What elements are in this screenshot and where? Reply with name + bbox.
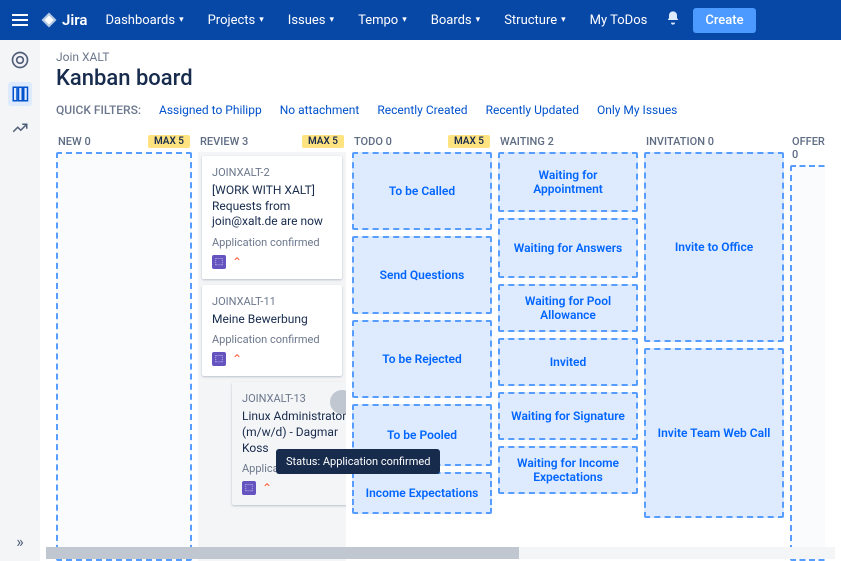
- chevron-down-icon: ▾: [259, 15, 264, 25]
- column-todo: TODO 0MAX 5 To be Called Send Questions …: [352, 131, 492, 561]
- nav-tempo[interactable]: Tempo▾: [348, 9, 417, 32]
- sidebar: [0, 40, 40, 561]
- status-tooltip: Status: Application confirmed: [276, 449, 440, 474]
- filter-recently-updated[interactable]: Recently Updated: [486, 103, 579, 117]
- reports-icon[interactable]: [8, 116, 32, 140]
- issue-type-icon: ⬚: [212, 255, 226, 269]
- drop-zone[interactable]: Waiting for Income Expectations: [498, 446, 638, 494]
- jira-logo[interactable]: Jira: [36, 11, 91, 29]
- column-invitation: INVITATION 0 Invite to Office Invite Tea…: [644, 131, 784, 561]
- chevron-down-icon: ▾: [561, 15, 566, 25]
- create-button[interactable]: Create: [693, 8, 755, 33]
- drop-zone[interactable]: Invite to Office: [644, 152, 784, 342]
- product-name: Jira: [62, 11, 87, 29]
- column-new: NEW 0MAX 5: [56, 131, 192, 561]
- drop-zone[interactable]: To be Called: [352, 152, 492, 230]
- priority-icon: ⌃: [262, 481, 272, 495]
- kanban-board: NEW 0MAX 5 REVIEW 3MAX 5 JOINXALT-2 [WOR…: [56, 131, 825, 561]
- filters-label: QUICK FILTERS:: [56, 103, 141, 117]
- nav-projects[interactable]: Projects▾: [198, 9, 274, 32]
- drop-zone[interactable]: Send Questions: [352, 236, 492, 314]
- drop-zone[interactable]: Waiting for Answers: [498, 218, 638, 278]
- issue-status: Application confirmed: [212, 236, 332, 249]
- filter-my-issues[interactable]: Only My Issues: [597, 103, 677, 117]
- issue-card-selected[interactable]: JOINXALT-13 Linux Administrator (m/w/d) …: [232, 382, 346, 505]
- issue-type-icon: ⬚: [212, 352, 226, 366]
- backlog-icon[interactable]: [8, 48, 32, 72]
- issue-key: JOINXALT-2: [212, 166, 332, 179]
- filter-assigned[interactable]: Assigned to Philipp: [159, 103, 262, 117]
- column-review: REVIEW 3MAX 5 JOINXALT-2 [WORK WITH XALT…: [198, 131, 346, 561]
- issue-card[interactable]: JOINXALT-2 [WORK WITH XALT] Requests fro…: [202, 156, 342, 279]
- drop-zone-empty[interactable]: [790, 165, 825, 561]
- breadcrumb[interactable]: Join XALT: [56, 50, 825, 64]
- issue-title: [WORK WITH XALT] Requests from join@xalt…: [212, 183, 332, 230]
- filter-recently-created[interactable]: Recently Created: [377, 103, 467, 117]
- horizontal-scrollbar[interactable]: [46, 547, 835, 559]
- drop-zone[interactable]: Waiting for Pool Allowance: [498, 284, 638, 332]
- page-title: Kanban board: [56, 66, 825, 91]
- nav-mytodos[interactable]: My ToDos: [580, 9, 658, 32]
- scroll-thumb[interactable]: [46, 547, 519, 559]
- nav-issues[interactable]: Issues▾: [278, 9, 344, 32]
- column-waiting: WAITING 2 Waiting for Appointment Waitin…: [498, 131, 638, 561]
- drop-zone[interactable]: Waiting for Signature: [498, 392, 638, 440]
- max-badge: MAX 5: [148, 135, 190, 148]
- priority-icon: ⌃: [232, 352, 242, 366]
- drop-zone[interactable]: Waiting for Appointment: [498, 152, 638, 212]
- max-badge: MAX 5: [448, 135, 490, 148]
- chevron-down-icon: ▾: [179, 15, 184, 25]
- max-badge: MAX 5: [302, 135, 344, 148]
- issue-key: JOINXALT-11: [212, 295, 332, 308]
- expand-sidebar-icon[interactable]: »: [8, 529, 32, 553]
- chevron-down-icon: ▾: [402, 15, 407, 25]
- drop-zone-empty[interactable]: [56, 152, 192, 561]
- issue-title: Meine Bewerbung: [212, 312, 332, 328]
- chevron-down-icon: ▾: [476, 15, 481, 25]
- notifications-icon[interactable]: [665, 10, 681, 30]
- board-icon[interactable]: [8, 82, 32, 106]
- issue-status: Application confirmed: [212, 333, 332, 346]
- drop-zone[interactable]: Invite Team Web Call: [644, 348, 784, 518]
- drop-zone[interactable]: Income Expectations: [352, 472, 492, 514]
- drop-zone[interactable]: Invited: [498, 338, 638, 386]
- chevron-down-icon: ▾: [330, 15, 335, 25]
- app-switcher-icon[interactable]: [8, 8, 32, 32]
- nav-boards[interactable]: Boards▾: [421, 9, 490, 32]
- column-offer: OFFER 0: [790, 131, 825, 561]
- priority-icon: ⌃: [232, 255, 242, 269]
- filter-no-attachment[interactable]: No attachment: [280, 103, 360, 117]
- nav-dashboards[interactable]: Dashboards▾: [95, 9, 193, 32]
- drop-zone[interactable]: To be Rejected: [352, 320, 492, 398]
- issue-card[interactable]: JOINXALT-11 Meine Bewerbung Application …: [202, 285, 342, 377]
- quick-filters: QUICK FILTERS: Assigned to Philipp No at…: [56, 103, 825, 117]
- issue-type-icon: ⬚: [242, 481, 256, 495]
- nav-structure[interactable]: Structure▾: [494, 9, 575, 32]
- top-navigation: Jira Dashboards▾ Projects▾ Issues▾ Tempo…: [0, 0, 841, 40]
